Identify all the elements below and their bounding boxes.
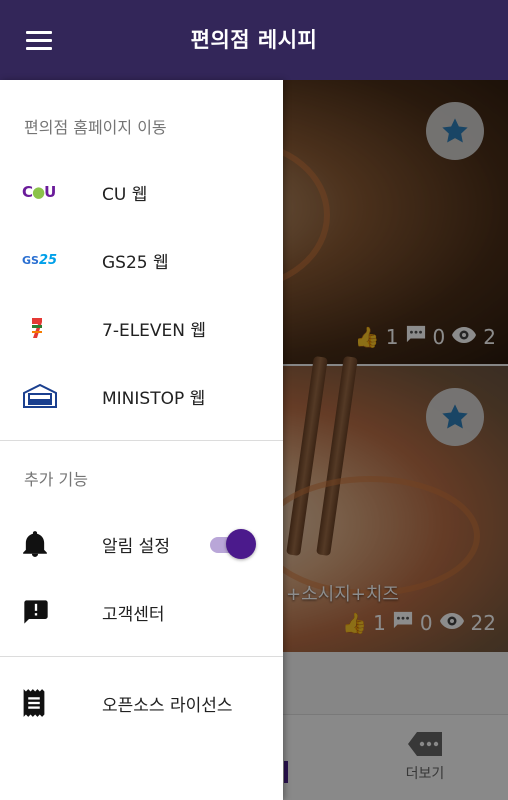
drawer-item-label: 알림 설정 [102,536,170,557]
drawer-item-label: GS25 웹 [102,252,169,273]
navigation-drawer: 편의점 홈페이지 이동 C●U CU 웹 GS25 GS25 웹 7-ELEVE… [0,80,283,800]
section-header: 편의점 홈페이지 이동 [24,118,167,137]
drawer-item-cu[interactable]: C●U CU 웹 [0,158,283,226]
toggle-thumb [226,529,256,559]
cu-logo-icon: C●U [22,183,56,201]
feedback-icon [24,600,48,624]
drawer-item-ministop[interactable]: MINISTOP 웹 [0,362,283,430]
page-title: 편의점 레시피 [190,28,318,52]
seven-eleven-logo-icon [30,316,44,340]
drawer-item-label: MINISTOP 웹 [102,388,206,409]
receipt-icon [23,689,45,717]
bell-icon [23,531,47,557]
divider [0,656,283,657]
app-bar: 편의점 레시피 [0,0,508,80]
drawer-item-licenses[interactable]: 오픈소스 라이선스 [0,669,283,737]
notification-toggle[interactable] [208,529,256,559]
section-header: 추가 기능 [24,470,88,489]
drawer-item-gs25[interactable]: GS25 GS25 웹 [0,226,283,294]
drawer-item-label: 고객센터 [102,604,165,625]
drawer-item-label: 오픈소스 라이선스 [102,695,233,716]
drawer-item-support[interactable]: 고객센터 [0,578,283,646]
drawer-item-label: 7-ELEVEN 웹 [102,320,207,341]
drawer-item-7eleven[interactable]: 7-ELEVEN 웹 [0,294,283,362]
divider [0,440,283,441]
gs25-logo-icon: GS25 [22,252,58,268]
drawer-item-label: CU 웹 [102,184,148,205]
ministop-logo-icon [23,383,57,408]
